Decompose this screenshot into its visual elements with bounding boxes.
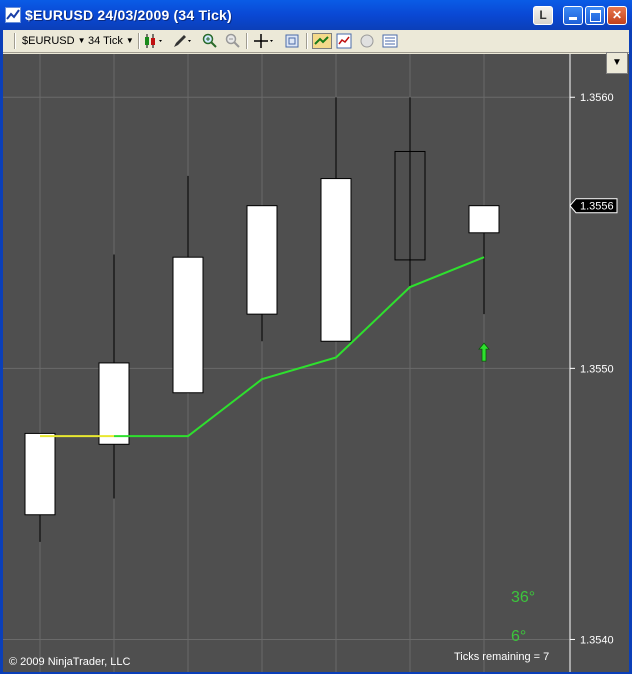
crosshair-icon[interactable]	[253, 33, 277, 49]
chart-trader-icon[interactable]	[382, 33, 398, 49]
title-bar[interactable]: $EURUSD 24/03/2009 (34 Tick) L ✕	[0, 0, 632, 30]
chart-toolbar: $EURUSD ▼ 34 Tick ▼	[0, 30, 632, 53]
pencil-icon[interactable]	[172, 33, 194, 49]
candle-up	[320, 178, 352, 342]
maximize-button[interactable]	[585, 6, 605, 25]
candle-up	[246, 205, 278, 315]
ticks-remaining-label: Ticks remaining = 7	[454, 651, 550, 663]
toolbar-separator	[306, 33, 308, 49]
toolbar-separator	[138, 33, 140, 49]
maximize-icon	[589, 10, 601, 22]
chart-menu-button[interactable]: ▼	[606, 52, 628, 74]
signal-arrow-up-icon	[478, 342, 490, 362]
indicators-icon[interactable]	[336, 33, 352, 49]
chart-panel[interactable]: 1.3540 1.3550 1.3560 1.3556	[3, 54, 629, 672]
interval-label: 34 Tick	[88, 35, 123, 47]
instrument-label: $EURUSD	[22, 35, 75, 47]
link-button[interactable]: L	[533, 6, 553, 25]
window-title: $EURUSD 24/03/2009 (34 Tick)	[25, 7, 232, 23]
instrument-selector[interactable]: $EURUSD ▼	[22, 33, 86, 49]
zoom-out-icon[interactable]	[225, 33, 241, 49]
candlestick-icon[interactable]	[144, 33, 166, 49]
zoom-in-icon[interactable]	[202, 33, 218, 49]
close-icon: ✕	[611, 8, 623, 22]
last-price-label: 1.3556	[580, 201, 614, 213]
price-chart[interactable]: 1.3540 1.3550 1.3560 1.3556	[3, 54, 629, 672]
close-button[interactable]: ✕	[607, 6, 627, 25]
y-axis-tick-label: 1.3560	[580, 92, 614, 104]
minimize-button[interactable]	[563, 6, 583, 25]
angle-label-primary: 36°	[511, 589, 536, 606]
toolbar-grip	[14, 33, 16, 49]
candle-up	[24, 432, 56, 516]
interval-selector[interactable]: 34 Tick ▼	[88, 33, 134, 49]
toolbar-separator	[246, 33, 248, 49]
y-axis-tick-label: 1.3540	[580, 634, 614, 646]
candle-up	[172, 256, 204, 394]
chart-window: $EURUSD 24/03/2009 (34 Tick) L ✕ $EURUSD…	[0, 0, 632, 674]
candle-up	[468, 205, 500, 234]
angle-label-secondary: 6°	[511, 628, 527, 645]
window-frame-left	[0, 30, 3, 674]
minimize-icon	[569, 17, 577, 20]
indicator-line	[114, 256, 485, 438]
strategy-icon[interactable]	[312, 33, 332, 49]
candle-up	[98, 362, 130, 445]
copyright-text: © 2009 NinjaTrader, LLC	[9, 656, 131, 668]
properties-icon[interactable]	[284, 33, 300, 49]
data-box-icon[interactable]	[359, 33, 375, 49]
y-axis-tick-label: 1.3550	[580, 363, 614, 375]
chevron-down-icon: ▼	[612, 57, 622, 68]
app-icon	[5, 7, 21, 23]
